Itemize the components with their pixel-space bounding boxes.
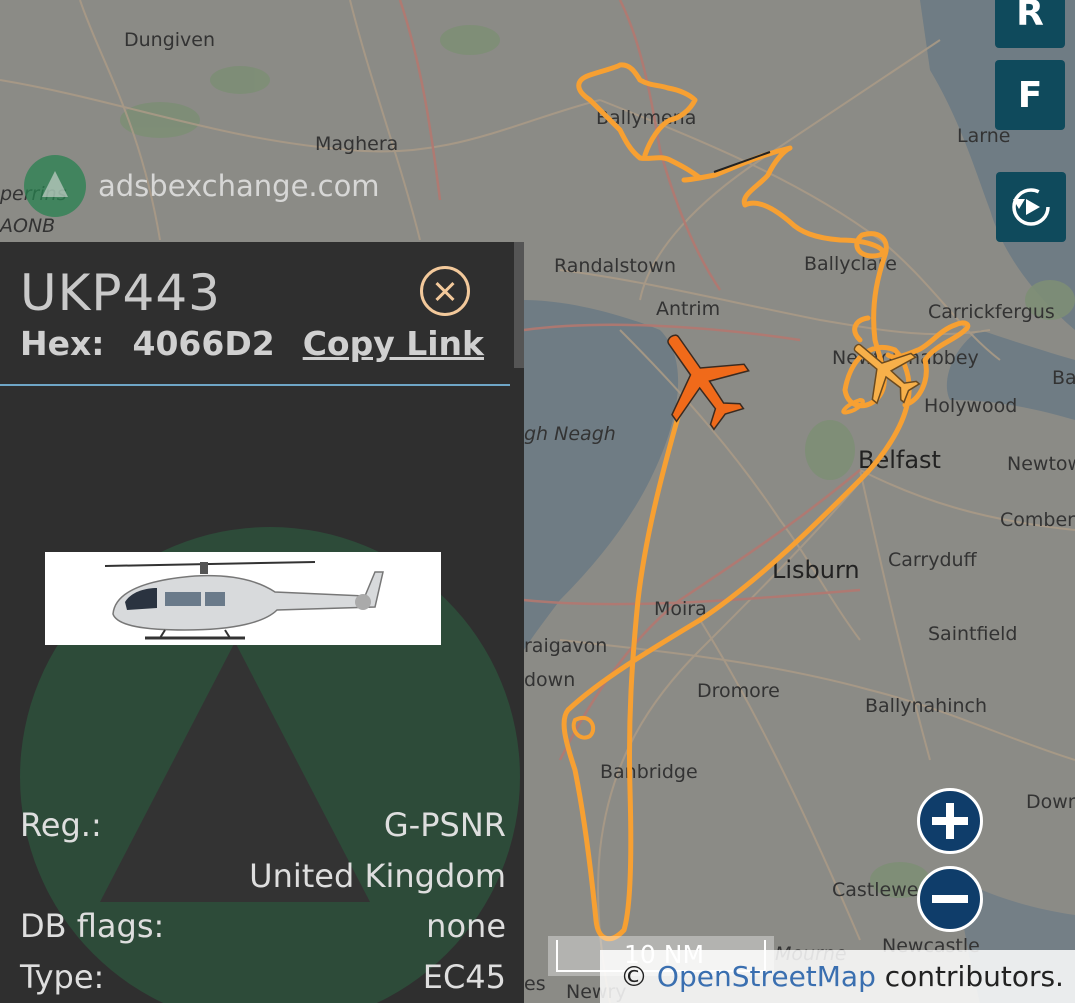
svg-text:Randalstown: Randalstown <box>554 255 676 277</box>
svg-text:Maghera: Maghera <box>315 133 398 155</box>
panel-divider <box>0 384 510 386</box>
panel-scrollbar[interactable] <box>514 242 524 368</box>
svg-text:Holywood: Holywood <box>924 395 1017 417</box>
hex-value: 4066D2 <box>132 324 275 363</box>
svg-text:down: down <box>524 669 575 691</box>
attribution-suffix: contributors. <box>884 960 1064 993</box>
minus-icon <box>932 895 968 903</box>
svg-text:Castlewe: Castlewe <box>832 879 918 901</box>
watermark: adsbexchange.com <box>24 155 380 217</box>
osm-link[interactable]: OpenStreetMap <box>657 960 876 993</box>
svg-text:raigavon: raigavon <box>524 635 607 657</box>
svg-text:Downpa: Downpa <box>1026 791 1075 813</box>
r-button[interactable]: R <box>995 0 1065 48</box>
svg-text:AONB: AONB <box>0 215 55 237</box>
watermark-text: adsbexchange.com <box>98 169 380 203</box>
dbflags-label: DB flags: <box>20 907 165 945</box>
registration-row: Reg.: G-PSNR <box>20 806 506 844</box>
country-value: United Kingdom <box>249 857 506 895</box>
replay-icon <box>1012 188 1050 226</box>
dbflags-value: none <box>426 907 506 945</box>
svg-text:Newtow: Newtow <box>1007 453 1075 475</box>
hex-row: Hex: 4066D2 Copy Link <box>20 324 484 363</box>
svg-text:gh Neagh: gh Neagh <box>524 423 616 445</box>
dbflags-row: DB flags: none <box>20 907 506 945</box>
type-label: Type: <box>20 958 105 996</box>
reg-label: Reg.: <box>20 806 102 844</box>
svg-text:Ba: Ba <box>1052 367 1075 389</box>
svg-text:Carrickfergus: Carrickfergus <box>928 301 1055 323</box>
f-button[interactable]: F <box>995 60 1065 130</box>
reg-value: G-PSNR <box>383 806 506 844</box>
country-row: United Kingdom <box>20 857 506 895</box>
adsbexchange-logo <box>24 155 86 217</box>
zoom-out-button[interactable] <box>917 866 983 932</box>
close-icon[interactable] <box>420 266 470 316</box>
replay-button[interactable] <box>996 172 1066 242</box>
svg-text:Saintfield: Saintfield <box>928 623 1017 645</box>
svg-text:es: es <box>524 973 546 995</box>
type-value: EC45 <box>422 958 506 996</box>
aircraft-photo[interactable] <box>45 552 441 645</box>
aircraft-info-panel: UKP443 Hex: 4066D2 Copy Link Reg.: G-PSN… <box>0 242 524 1003</box>
svg-text:Dromore: Dromore <box>697 680 780 702</box>
svg-text:Comber: Comber <box>1000 509 1075 531</box>
zoom-in-button[interactable] <box>917 788 983 854</box>
svg-text:Lisburn: Lisburn <box>772 556 860 584</box>
svg-text:Antrim: Antrim <box>656 298 720 320</box>
hex-label: Hex: <box>20 324 105 363</box>
r-button-label: R <box>1016 0 1044 34</box>
callsign: UKP443 <box>20 264 221 322</box>
f-button-label: F <box>1017 74 1043 116</box>
helicopter-image <box>104 561 384 640</box>
svg-text:Dungiven: Dungiven <box>124 29 215 51</box>
plus-icon <box>932 803 968 839</box>
attribution: © OpenStreetMap contributors. <box>600 950 1075 1003</box>
copy-link[interactable]: Copy Link <box>303 324 484 363</box>
svg-text:Moira: Moira <box>654 598 707 620</box>
copyright-symbol: © <box>620 960 648 993</box>
svg-text:Ballynahinch: Ballynahinch <box>865 695 987 717</box>
svg-text:Banbridge: Banbridge <box>600 761 698 783</box>
svg-text:Carryduff: Carryduff <box>888 549 978 571</box>
type-row: Type: EC45 <box>20 958 506 996</box>
